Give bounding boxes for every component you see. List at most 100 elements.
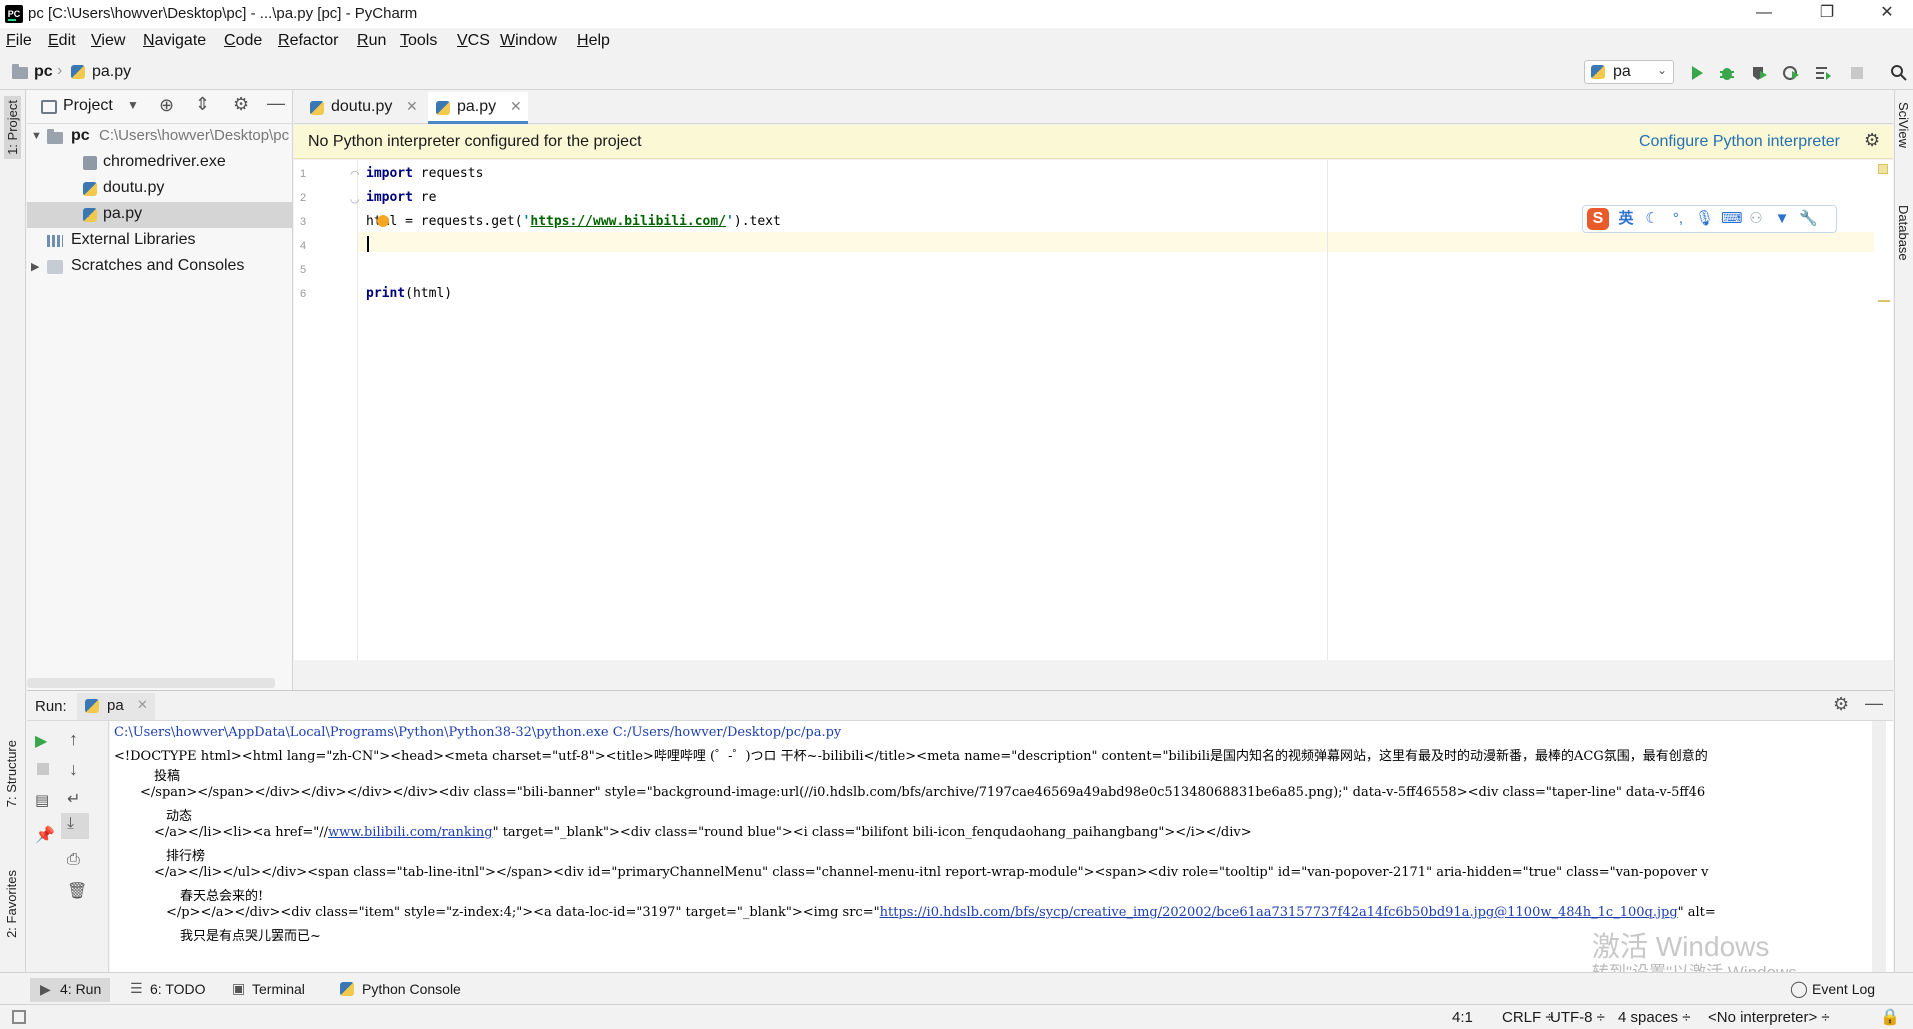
intention-bulb-icon[interactable] <box>377 215 389 227</box>
breadcrumb-file[interactable]: pa.py <box>92 63 131 81</box>
run-tab-pa[interactable]: pa ✕ <box>77 693 155 720</box>
fold-marker-icon[interactable]: ◡ <box>350 192 360 205</box>
print-icon[interactable]: ⎙ <box>67 851 80 869</box>
configure-interpreter-link[interactable]: Configure Python interpreter <box>1639 133 1840 151</box>
tree-item-file[interactable]: chromedriver.exe <box>27 150 293 176</box>
debug-icon[interactable] <box>1718 64 1736 82</box>
menu-window[interactable]: Window <box>500 32 557 50</box>
menu-help[interactable]: Help <box>577 32 610 50</box>
tab-pa[interactable]: pa.py ✕ <box>428 92 528 124</box>
close-button[interactable]: ✕ <box>1860 0 1913 28</box>
tool-tab-run[interactable]: ▶ 4: Run <box>30 978 110 1002</box>
horizontal-scrollbar[interactable] <box>27 678 275 688</box>
pin-icon[interactable]: 📌 <box>35 825 55 845</box>
restore-button[interactable]: ❐ <box>1800 0 1854 28</box>
profile-icon[interactable] <box>1782 64 1800 82</box>
code-editor[interactable]: 1 2 3 4 5 6 ◠ ◡ import requests import r… <box>294 160 1893 660</box>
search-everywhere-icon[interactable] <box>1890 64 1908 82</box>
fold-marker-icon[interactable]: ◠ <box>350 168 360 181</box>
tree-item-external-libraries[interactable]: External Libraries <box>27 228 293 254</box>
interpreter-status[interactable]: <No interpreter> ÷ <box>1708 1009 1830 1026</box>
console-link[interactable]: https://i0.hdslb.com/bfs/sycp/creative_i… <box>880 905 1678 920</box>
chevron-down-icon[interactable]: ▼ <box>31 130 42 142</box>
menu-edit[interactable]: Edit <box>48 32 76 50</box>
hide-icon[interactable]: — <box>267 93 285 114</box>
hide-icon[interactable]: — <box>1865 693 1883 714</box>
rerun-icon[interactable]: ▶ <box>35 731 47 751</box>
event-log-button[interactable]: ◯ Event Log <box>1790 978 1890 1002</box>
console-link[interactable]: www.bilibili.com/ranking <box>328 825 493 840</box>
run-with-coverage-icon[interactable] <box>1750 64 1768 82</box>
menu-navigate[interactable]: Navigate <box>143 32 206 50</box>
tool-tab-database[interactable]: Database <box>1896 205 1911 261</box>
tree-item-file[interactable]: doutu.py <box>27 176 293 202</box>
project-view-title[interactable]: Project <box>63 97 113 115</box>
menu-vcs[interactable]: VCS <box>457 32 490 50</box>
scroll-to-end-toggle[interactable]: ⤓ <box>61 813 89 839</box>
menu-run[interactable]: Run <box>357 32 386 50</box>
run-configuration-select[interactable]: pa ⌄ <box>1584 60 1674 84</box>
menu-file[interactable]: File <box>6 32 32 50</box>
scroll-to-end-icon: ⤓ <box>67 815 75 832</box>
tree-item-root[interactable]: ▼ pc C:\Users\howver\Desktop\pc <box>27 124 293 150</box>
gear-icon[interactable]: ⚙ <box>1833 694 1849 715</box>
trash-icon[interactable]: 🗑 <box>67 881 87 901</box>
text-caret <box>367 236 369 252</box>
breadcrumb-project[interactable]: pc <box>34 63 53 81</box>
menu-code[interactable]: Code <box>224 32 262 50</box>
comma-icon[interactable]: °, <box>1669 210 1687 228</box>
tree-item-scratches[interactable]: ▶ Scratches and Consoles <box>27 254 293 280</box>
stop-icon[interactable] <box>37 763 49 775</box>
inspection-status-icon[interactable] <box>1878 164 1888 174</box>
moon-icon[interactable]: ☾ <box>1643 210 1661 228</box>
vertical-scrollbar[interactable] <box>1872 721 1886 973</box>
tool-tab-sciview[interactable]: SciView <box>1896 102 1911 148</box>
tool-tab-project[interactable]: 1: Project <box>4 96 21 159</box>
tool-tab-todo[interactable]: ☰ 6: TODO <box>126 978 216 1002</box>
menu-view[interactable]: View <box>91 32 125 50</box>
toggle-tool-windows-icon[interactable] <box>12 1010 26 1024</box>
caret-position[interactable]: 4:1 <box>1452 1009 1473 1026</box>
indent-setting[interactable]: 4 spaces ÷ <box>1618 1009 1690 1026</box>
string-url[interactable]: https://www.bilibili.com/ <box>530 214 726 229</box>
tool-tab-structure[interactable]: 7: Structure <box>4 740 19 807</box>
ime-mode-toggle[interactable]: 英 <box>1617 210 1635 228</box>
mic-icon[interactable]: 🎙 <box>1695 210 1714 228</box>
tool-tab-structure-label: 7: Structure <box>4 740 19 808</box>
wrench-icon[interactable]: 🔧 <box>1799 210 1818 228</box>
run-icon[interactable] <box>1688 64 1706 82</box>
tool-tab-python-console[interactable]: Python Console <box>338 978 478 1002</box>
soft-wrap-icon[interactable]: ↵ <box>67 789 80 809</box>
line-separator[interactable]: CRLF ÷ <box>1502 1009 1554 1026</box>
lock-icon[interactable]: 🔒 <box>1880 1007 1900 1027</box>
stop-icon[interactable] <box>1848 64 1866 82</box>
layout-icon[interactable]: ▤ <box>35 791 49 809</box>
keyboard-icon[interactable]: ⌨ <box>1721 210 1743 228</box>
user-icon[interactable]: ⚇ <box>1747 210 1765 228</box>
chevron-down-icon[interactable]: ▼ <box>127 98 139 112</box>
chevron-right-icon[interactable]: ▶ <box>31 260 39 273</box>
shirt-icon[interactable]: ▼ <box>1773 210 1791 228</box>
concurrency-icon[interactable] <box>1814 64 1832 82</box>
locate-icon[interactable]: ⊕ <box>159 95 174 116</box>
tool-tab-favorites[interactable]: 2: Favorites <box>4 870 19 938</box>
arrow-down-icon[interactable]: ↓ <box>69 759 78 780</box>
close-tab-icon[interactable]: ✕ <box>406 98 418 115</box>
file-encoding[interactable]: UTF-8 ÷ <box>1550 1009 1605 1026</box>
collapse-all-icon[interactable]: ⇕ <box>195 94 210 115</box>
python-file-icon <box>83 208 97 222</box>
tree-item-file-selected[interactable]: pa.py <box>27 202 293 228</box>
gear-icon[interactable]: ⚙ <box>1864 130 1880 151</box>
tool-tab-terminal[interactable]: ▣ Terminal <box>230 978 320 1002</box>
close-tab-icon[interactable]: ✕ <box>137 697 148 713</box>
sogou-logo-icon[interactable]: S <box>1587 208 1609 230</box>
gear-icon[interactable]: ⚙ <box>233 94 249 115</box>
minimize-button[interactable]: — <box>1737 0 1791 28</box>
menu-refactor[interactable]: Refactor <box>278 32 338 50</box>
close-tab-icon[interactable]: ✕ <box>510 98 522 115</box>
arrow-up-icon[interactable]: ↑ <box>69 729 78 750</box>
tool-tab-label: 4: Run <box>60 981 102 997</box>
error-stripe-mark[interactable] <box>1878 300 1890 302</box>
tab-doutu[interactable]: doutu.py ✕ <box>302 92 424 124</box>
menu-tools[interactable]: Tools <box>400 32 437 50</box>
